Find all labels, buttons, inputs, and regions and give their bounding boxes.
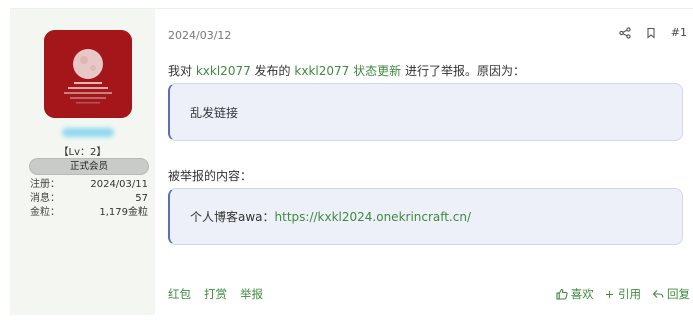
reply-label: 回复 bbox=[667, 287, 690, 301]
post-header-actions: #1 bbox=[619, 26, 687, 39]
like-button[interactable]: 喜欢 bbox=[556, 286, 594, 302]
post-date: 2024/03/12 bbox=[168, 29, 232, 42]
red-packet-button[interactable]: 红包 bbox=[168, 286, 191, 302]
user-sidebar: 【Lv：2】 正式会员 注册： 2024/03/11 消息： 57 金粒： 1,… bbox=[10, 9, 155, 315]
report-description: 我对 kxkl2077 发布的 kxkl2077 状态更新 进行了举报。原因为： bbox=[168, 62, 525, 79]
stat-messages: 消息： 57 bbox=[30, 192, 148, 206]
stat-key: 注册： bbox=[30, 179, 60, 190]
author-user-link[interactable]: kxkl2077 bbox=[294, 64, 349, 78]
tip-button[interactable]: 打赏 bbox=[204, 286, 227, 302]
report-button[interactable]: 举报 bbox=[240, 286, 263, 302]
reported-content-quote: 个人博客awa： https://kxkl2024.onekrincraft.cn… bbox=[168, 188, 683, 245]
stat-coins: 金粒： 1,179金粒 bbox=[30, 206, 148, 220]
report-prefix: 我对 bbox=[168, 64, 193, 78]
reply-button[interactable]: 回复 bbox=[652, 286, 690, 302]
share-icon[interactable] bbox=[619, 26, 631, 39]
post-floor-number[interactable]: #1 bbox=[671, 26, 687, 39]
reply-icon bbox=[652, 288, 664, 300]
post-main: 2024/03/12 #1 我对 kxkl2077 发布的 kxkl2077 状… bbox=[168, 9, 693, 315]
content-prefix: 个人博客awa： bbox=[190, 210, 275, 224]
report-reason-quote: 乱发链接 bbox=[168, 83, 683, 141]
report-reason: 乱发链接 bbox=[190, 105, 239, 120]
user-group-badge: 正式会员 bbox=[29, 158, 149, 175]
status-update-link[interactable]: 状态更新 bbox=[353, 64, 401, 78]
post-footer-left: 红包 打赏 举报 bbox=[168, 286, 263, 302]
bookmark-icon[interactable] bbox=[645, 27, 657, 39]
report-post: 【Lv：2】 正式会员 注册： 2024/03/11 消息： 57 金粒： 1,… bbox=[10, 8, 693, 320]
reported-user-link[interactable]: kxkl2077 bbox=[196, 64, 251, 78]
post-footer-right: 喜欢 + 引用 回复 bbox=[556, 286, 690, 302]
like-label: 喜欢 bbox=[570, 287, 594, 301]
report-suffix: 进行了举报。原因为： bbox=[404, 64, 525, 78]
reported-content-label: 被举报的内容： bbox=[168, 169, 253, 183]
stat-key: 消息： bbox=[30, 193, 60, 204]
stat-value: 1,179金粒 bbox=[99, 207, 148, 218]
stat-key: 金粒： bbox=[30, 207, 60, 218]
thumbs-up-icon bbox=[556, 288, 568, 300]
publish-text: 发布的 bbox=[254, 64, 291, 78]
content-url-link[interactable]: https://kxkl2024.onekrincraft.cn/ bbox=[275, 210, 472, 224]
user-stats: 注册： 2024/03/11 消息： 57 金粒： 1,179金粒 bbox=[30, 178, 148, 220]
username-redacted bbox=[62, 128, 114, 137]
stat-value: 2024/03/11 bbox=[90, 179, 148, 190]
stat-register: 注册： 2024/03/11 bbox=[30, 178, 148, 192]
quote-button[interactable]: + 引用 bbox=[605, 286, 641, 302]
user-level: 【Lv：2】 bbox=[58, 147, 107, 158]
avatar[interactable] bbox=[44, 30, 132, 118]
stat-value: 57 bbox=[135, 193, 148, 204]
